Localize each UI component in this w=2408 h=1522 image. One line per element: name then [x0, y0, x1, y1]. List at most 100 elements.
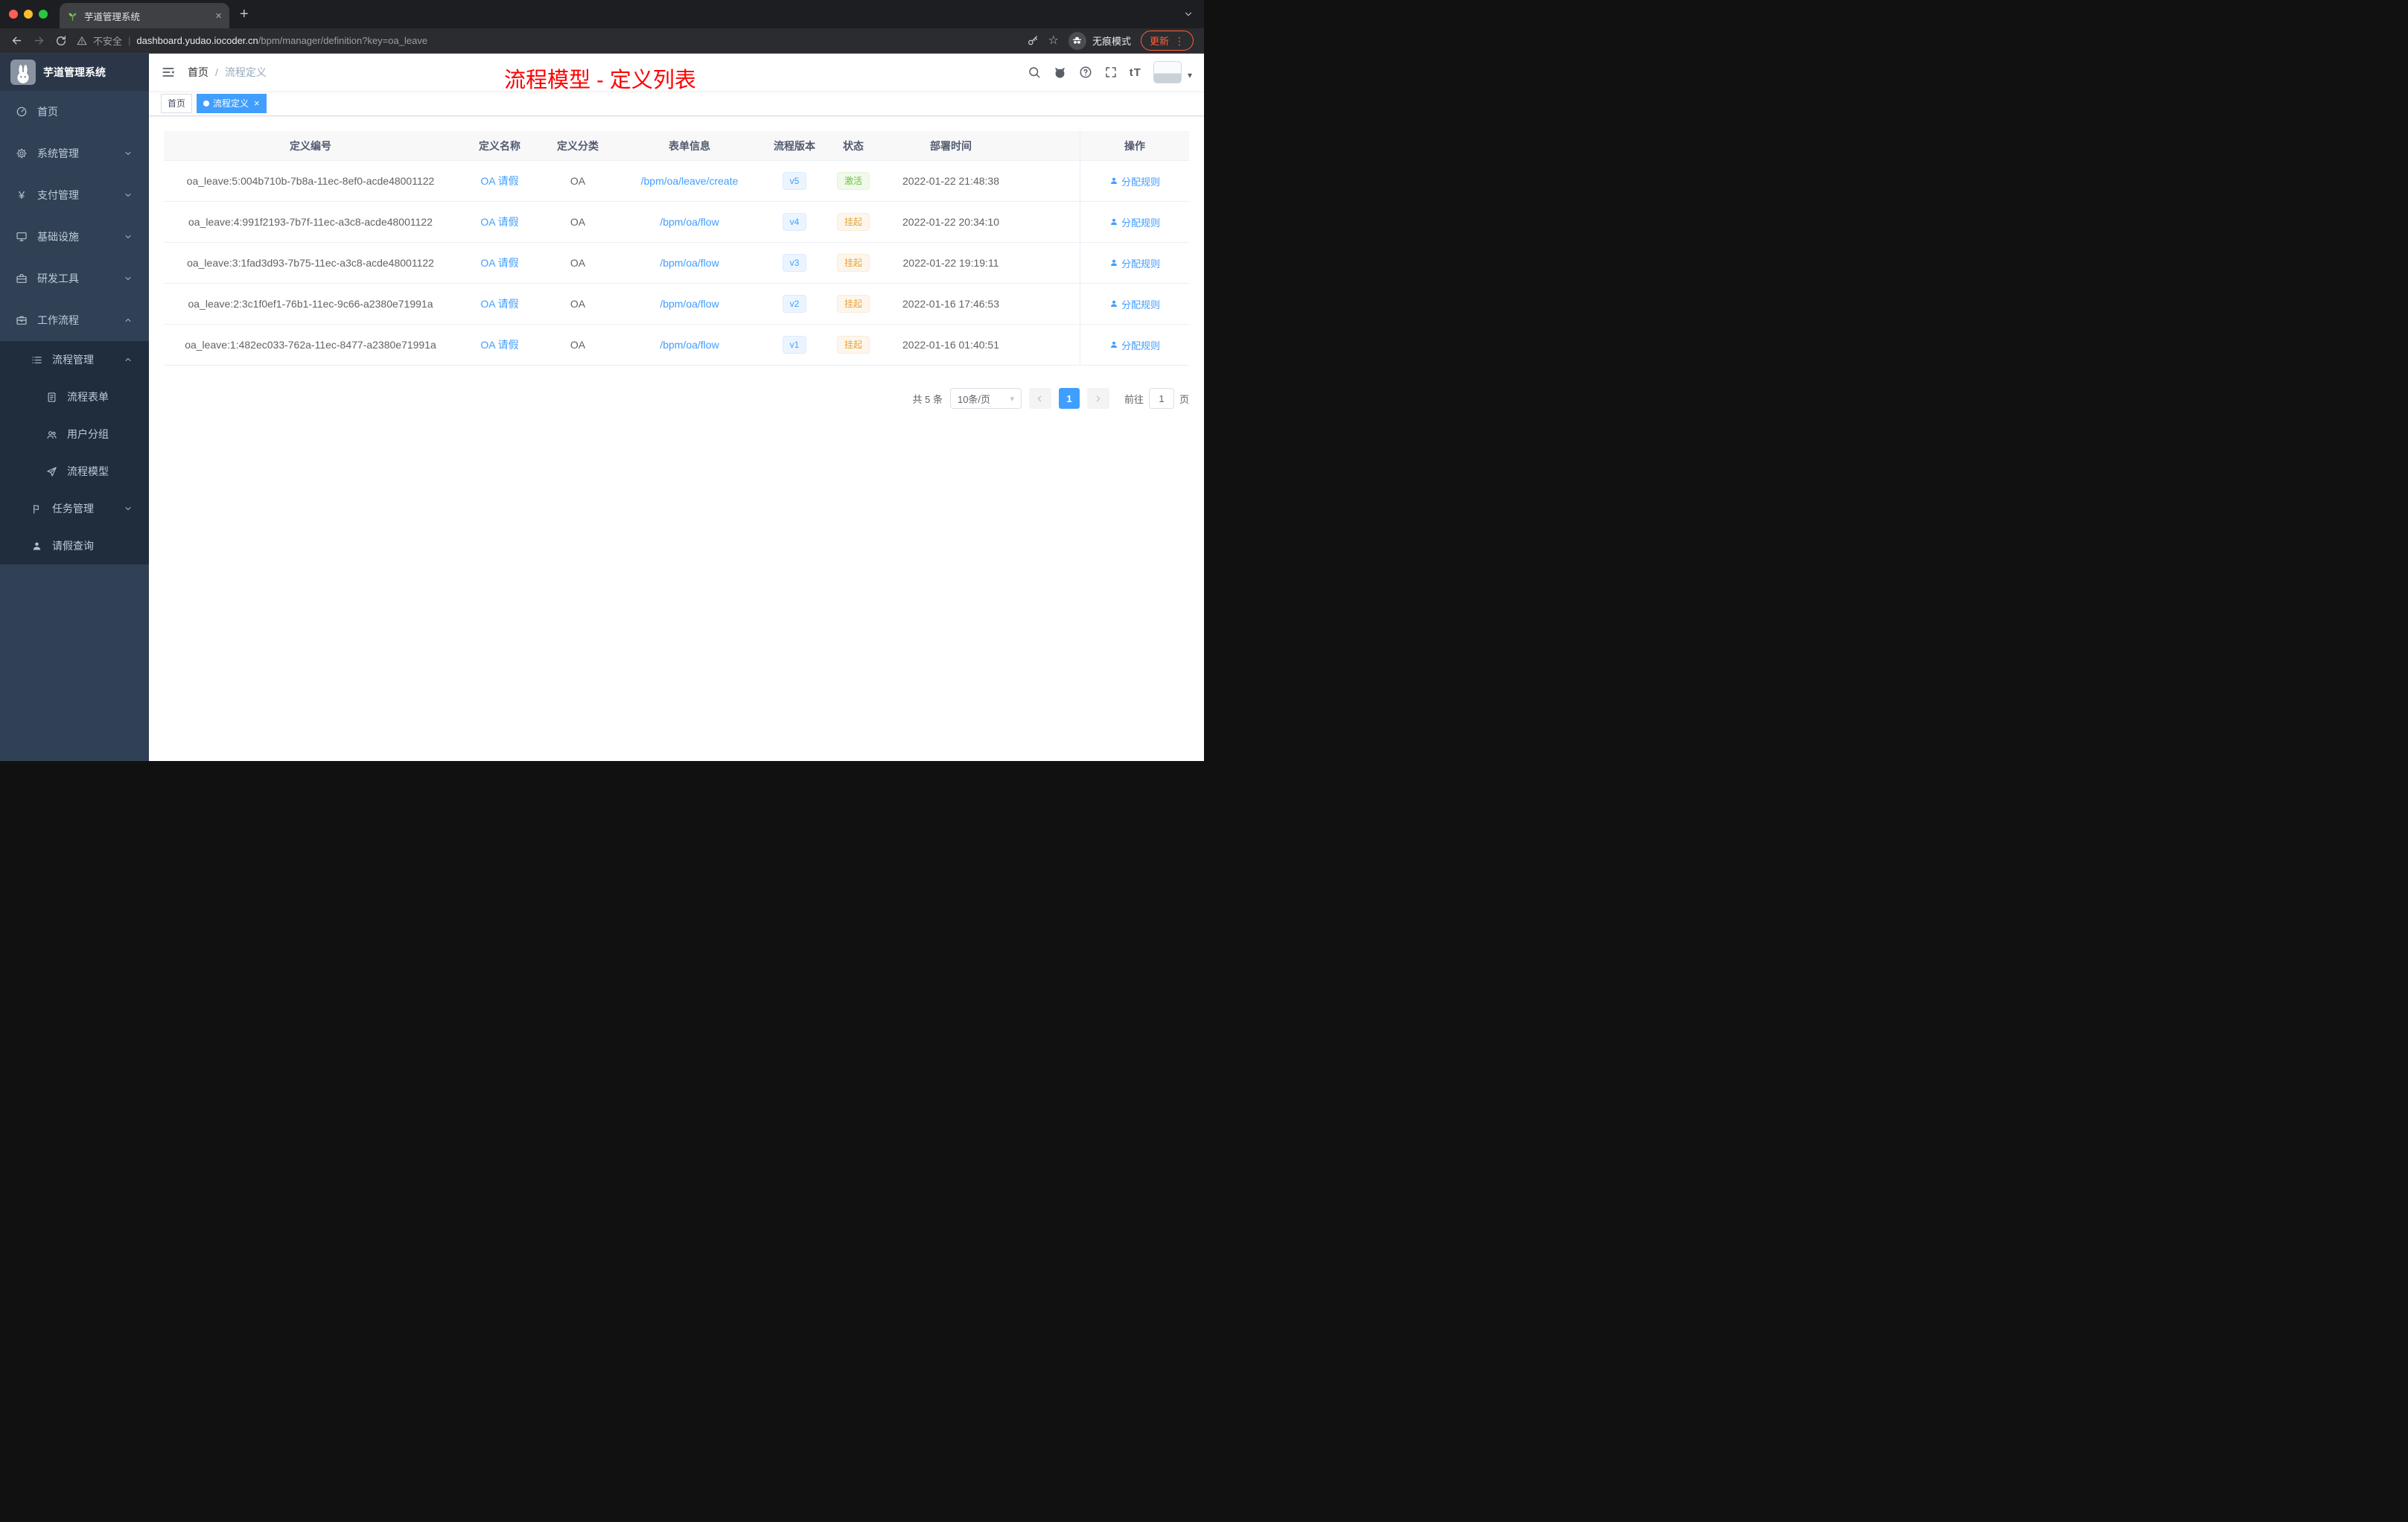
- form-info-link[interactable]: /bpm/oa/flow: [660, 298, 719, 310]
- user-avatar[interactable]: [1153, 61, 1182, 83]
- assign-rule-label: 分配规则: [1121, 258, 1160, 270]
- column-header: 定义名称: [479, 139, 520, 152]
- tag-process-definition[interactable]: 流程定义 ×: [197, 93, 267, 113]
- assign-rule-link[interactable]: 分配规则: [1109, 174, 1160, 188]
- tag-home[interactable]: 首页: [161, 93, 193, 113]
- table-row: oa_leave:4:991f2193-7b7f-11ec-a3c8-acde4…: [164, 202, 1189, 243]
- browser-menu-icon[interactable]: ⋮: [1174, 36, 1185, 46]
- fullscreen-icon[interactable]: [1104, 66, 1118, 79]
- page-size-value: 10条/页: [957, 393, 991, 405]
- help-icon[interactable]: [1079, 66, 1092, 79]
- bookmark-star-icon[interactable]: ☆: [1048, 34, 1059, 47]
- sidebar-item-task-management[interactable]: 任务管理: [0, 490, 149, 527]
- row-filler: [1019, 284, 1080, 324]
- back-icon[interactable]: [10, 34, 23, 47]
- definition-name-link[interactable]: OA 请假: [480, 337, 518, 352]
- sidebar-item-dev-tools[interactable]: 研发工具: [0, 258, 149, 299]
- page-number-button[interactable]: 1: [1058, 388, 1080, 409]
- search-icon[interactable]: [1028, 66, 1041, 79]
- assign-rule-link[interactable]: 分配规则: [1109, 297, 1160, 311]
- logo-avatar: [10, 60, 36, 85]
- sidebar-item-label: 工作流程: [37, 314, 79, 326]
- github-icon[interactable]: [1053, 66, 1067, 80]
- form-info-link[interactable]: /bpm/oa/flow: [660, 216, 719, 228]
- reload-icon[interactable]: [55, 35, 67, 47]
- incognito-icon: [1068, 31, 1086, 50]
- sidebar-item-user-group[interactable]: 用户分组: [0, 415, 149, 453]
- security-label: 不安全: [93, 36, 123, 47]
- incognito-label: 无痕模式: [1092, 36, 1131, 47]
- form-info-link[interactable]: /bpm/oa/flow: [660, 257, 719, 269]
- definition-name-link[interactable]: OA 请假: [480, 255, 518, 270]
- sidebar-item-home[interactable]: 首页: [0, 91, 149, 133]
- assign-rule-link[interactable]: 分配规则: [1109, 338, 1160, 352]
- row-filler: [1019, 161, 1080, 201]
- pagination-total: 共 5 条: [912, 393, 943, 405]
- avatar-caret-icon[interactable]: ▾: [1188, 70, 1192, 83]
- sidebar-item-process-management[interactable]: 流程管理: [0, 341, 149, 378]
- goto-page-input[interactable]: [1148, 388, 1174, 409]
- definition-name-link[interactable]: OA 请假: [480, 214, 518, 229]
- tags-view: 首页 流程定义 ×: [149, 91, 1204, 116]
- sidebar-item-process-model[interactable]: 流程模型: [0, 453, 149, 490]
- assign-rule-label: 分配规则: [1121, 299, 1160, 311]
- category-cell: OA: [570, 298, 586, 310]
- send-icon: [45, 466, 58, 477]
- form-info-link[interactable]: /bpm/oa/leave/create: [641, 175, 739, 187]
- sidebar-item-infrastructure[interactable]: 基础设施: [0, 216, 149, 258]
- annotation-title: 流程模型 - 定义列表: [504, 69, 696, 92]
- forward-icon[interactable]: [33, 34, 45, 47]
- chevron-down-icon: [124, 232, 133, 241]
- sidebar-item-leave-query[interactable]: 请假查询: [0, 527, 149, 564]
- browser-update-button[interactable]: 更新 ⋮: [1140, 31, 1194, 51]
- chevron-up-icon: [124, 316, 133, 325]
- tab-close-icon[interactable]: ×: [215, 10, 222, 22]
- status-tag: 挂起: [836, 336, 870, 354]
- definition-id-cell: oa_leave:4:991f2193-7b7f-11ec-a3c8-acde4…: [188, 216, 433, 228]
- password-key-icon[interactable]: [1027, 35, 1039, 47]
- sidebar-item-workflow[interactable]: 工作流程: [0, 299, 149, 341]
- gear-icon: [15, 147, 28, 159]
- category-cell: OA: [570, 175, 586, 187]
- breadcrumb-home[interactable]: 首页: [188, 65, 208, 80]
- page-size-select[interactable]: 10条/页 ▾: [949, 388, 1022, 409]
- table-row: oa_leave:2:3c1f0ef1-76b1-11ec-9c66-a2380…: [164, 284, 1189, 325]
- tag-close-icon[interactable]: ×: [254, 98, 260, 108]
- address-bar[interactable]: 不安全 | dashboard.yudao.iocoder.cn/bpm/man…: [77, 34, 1017, 48]
- person-icon: [30, 541, 43, 552]
- status-tag: 激活: [836, 172, 870, 190]
- sidebar-item-label: 研发工具: [37, 273, 79, 284]
- form-info-link[interactable]: /bpm/oa/flow: [660, 339, 719, 351]
- status-tag: 挂起: [836, 295, 870, 313]
- assign-rule-label: 分配规则: [1121, 340, 1160, 351]
- app-window: 芋道管理系统 首页 系统管理 ¥ 支付管理 基础设施 研发工具 工作流程 流程管…: [0, 54, 1204, 761]
- close-window-button[interactable]: [9, 10, 18, 19]
- goto-unit: 页: [1179, 393, 1189, 405]
- sidebar-item-payment[interactable]: ¥ 支付管理: [0, 174, 149, 216]
- prev-page-button[interactable]: [1028, 388, 1051, 409]
- assign-rule-link[interactable]: 分配规则: [1109, 256, 1160, 270]
- browser-tab[interactable]: 芋道管理系统 ×: [60, 3, 229, 28]
- zoom-window-button[interactable]: [39, 10, 48, 19]
- column-header: 定义编号: [290, 139, 331, 152]
- definition-name-link[interactable]: OA 请假: [480, 173, 518, 188]
- next-page-button[interactable]: [1086, 388, 1109, 409]
- tab-search-icon[interactable]: [1183, 9, 1194, 19]
- definition-name-link[interactable]: OA 请假: [480, 296, 518, 311]
- breadcrumb-current: 流程定义: [224, 66, 267, 78]
- deploy-time-cell: 2022-01-22 20:34:10: [902, 216, 999, 228]
- assign-rule-link[interactable]: 分配规则: [1109, 215, 1160, 229]
- sidebar-item-label: 首页: [37, 106, 58, 118]
- sidebar-item-system[interactable]: 系统管理: [0, 133, 149, 174]
- toolbox-icon: [15, 273, 28, 284]
- sidebar-item-process-form[interactable]: 流程表单: [0, 378, 149, 415]
- font-size-icon[interactable]: tT: [1130, 66, 1141, 79]
- chevron-down-icon: [124, 191, 133, 200]
- new-tab-button[interactable]: +: [240, 7, 249, 22]
- sidebar-logo[interactable]: 芋道管理系统: [0, 54, 149, 91]
- minimize-window-button[interactable]: [24, 10, 33, 19]
- sidebar-item-label: 请假查询: [52, 540, 94, 552]
- url-host: dashboard.yudao.iocoder.cn: [136, 35, 258, 46]
- sidebar-collapse-icon[interactable]: [161, 65, 176, 80]
- deploy-time-cell: 2022-01-16 01:40:51: [902, 339, 999, 351]
